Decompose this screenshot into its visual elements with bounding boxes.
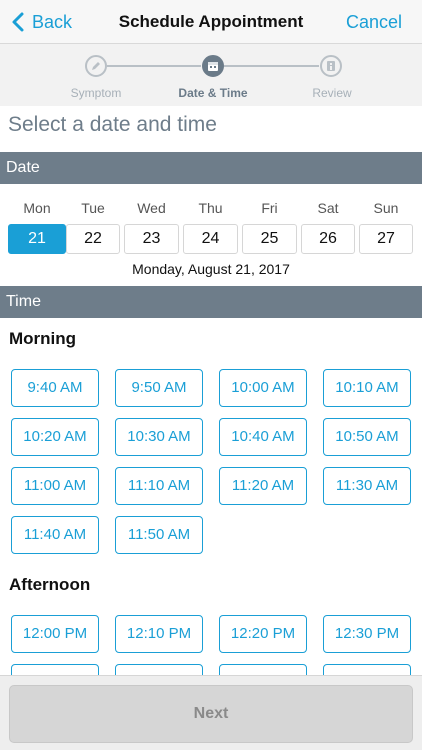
time-slot-button[interactable]: 10:50 AM xyxy=(323,418,411,456)
day-column: Tue 22 xyxy=(66,200,120,254)
info-icon xyxy=(327,61,335,71)
morning-heading: Morning xyxy=(9,329,77,348)
time-slot-button[interactable]: 11:30 AM xyxy=(323,467,411,505)
day-column: Sun 27 xyxy=(359,200,413,254)
afternoon-heading: Afternoon xyxy=(9,575,91,594)
step-review-indicator xyxy=(320,55,342,77)
time-slot-button[interactable]: 12:00 PM xyxy=(11,615,99,653)
day-column: Fri 25 xyxy=(242,200,297,254)
progress-stepper: Symptom Date & Time Review xyxy=(0,44,422,106)
time-slot-button[interactable]: 11:10 AM xyxy=(115,467,203,505)
time-slot-button[interactable]: 10:40 AM xyxy=(219,418,307,456)
back-button[interactable]: Back xyxy=(8,0,72,44)
time-slot-button[interactable]: 11:00 AM xyxy=(11,467,99,505)
day-button[interactable]: 24 xyxy=(183,224,238,254)
day-button[interactable]: 22 xyxy=(66,224,120,254)
back-label: Back xyxy=(32,11,73,32)
day-name: Fri xyxy=(261,200,278,216)
day-name: Thu xyxy=(198,200,223,216)
day-name: Sun xyxy=(373,200,399,216)
time-slot-button[interactable]: 11:50 AM xyxy=(115,516,203,554)
time-slot-button[interactable]: 11:20 AM xyxy=(219,467,307,505)
day-button[interactable]: 26 xyxy=(301,224,355,254)
time-section-header: Time xyxy=(0,286,422,318)
selected-date-label: Monday, August 21, 2017 xyxy=(132,261,290,277)
pencil-icon xyxy=(92,62,100,70)
select-date-heading: Select a date and time xyxy=(8,113,217,136)
day-button[interactable]: 25 xyxy=(242,224,297,254)
time-slot-button[interactable]: 10:30 AM xyxy=(115,418,203,456)
time-slot-button[interactable]: 10:20 AM xyxy=(11,418,99,456)
nav-bar: Back Schedule Appointment Cancel xyxy=(0,0,422,44)
time-slot-button[interactable]: 9:50 AM xyxy=(115,369,203,407)
step-symptom-indicator xyxy=(85,55,107,77)
footer-bar: Next xyxy=(0,675,422,750)
calendar-icon xyxy=(208,62,218,71)
day-column: Sat 26 xyxy=(301,200,355,254)
day-column: Wed 23 xyxy=(124,200,179,254)
step-label-datetime: Date & Time xyxy=(178,86,248,100)
time-slot-button[interactable]: 12:10 PM xyxy=(115,615,203,653)
time-slot-button[interactable]: 9:40 AM xyxy=(11,369,99,407)
day-button-selected[interactable]: 21 xyxy=(8,224,66,254)
step-datetime-indicator xyxy=(202,55,224,77)
day-name: Mon xyxy=(23,200,51,216)
day-name: Tue xyxy=(81,200,105,216)
date-section-header: Date xyxy=(0,152,422,184)
step-connector xyxy=(224,65,319,67)
next-button[interactable]: Next xyxy=(9,685,413,743)
day-button[interactable]: 23 xyxy=(124,224,179,254)
chevron-left-icon xyxy=(12,12,24,32)
time-slot-button[interactable]: 10:10 AM xyxy=(323,369,411,407)
day-button[interactable]: 27 xyxy=(359,224,413,254)
cancel-button[interactable]: Cancel xyxy=(346,0,402,44)
step-label-review: Review xyxy=(312,86,352,100)
day-name: Wed xyxy=(137,200,166,216)
time-slot-button[interactable]: 11:40 AM xyxy=(11,516,99,554)
day-column: Mon 21 xyxy=(8,200,66,254)
time-slot-button[interactable]: 12:30 PM xyxy=(323,615,411,653)
step-connector xyxy=(107,65,201,67)
step-label-symptom: Symptom xyxy=(70,86,122,100)
time-slot-button[interactable]: 12:20 PM xyxy=(219,615,307,653)
day-column: Thu 24 xyxy=(183,200,238,254)
time-slot-button[interactable]: 10:00 AM xyxy=(219,369,307,407)
day-name: Sat xyxy=(317,200,339,216)
